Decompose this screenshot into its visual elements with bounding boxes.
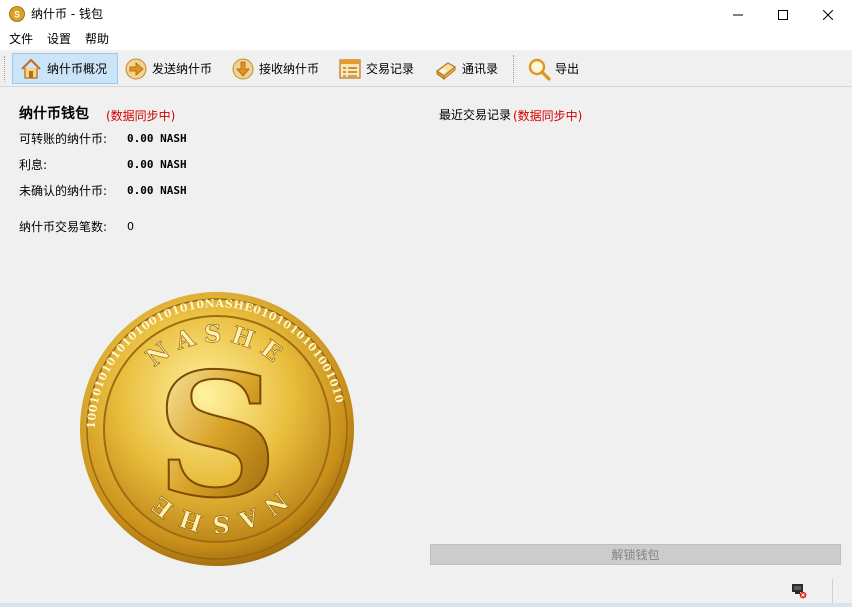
window-title: 纳什币 - 钱包 (31, 7, 103, 21)
tx-count-label: 纳什币交易笔数: (19, 220, 108, 234)
minimize-button[interactable] (715, 0, 761, 29)
balance-label: 可转账的纳什币: (19, 132, 108, 146)
address-book-icon (435, 61, 457, 80)
coin-letter: S (156, 336, 279, 536)
tab-send[interactable]: 发送纳什币 (118, 53, 218, 84)
wallet-sync-status: (数据同步中) (106, 109, 176, 123)
menu-help[interactable]: 帮助 (80, 29, 114, 50)
wallet-title: 纳什币钱包 (19, 106, 89, 122)
list-icon (339, 58, 361, 79)
tab-receive-label: 接收纳什币 (259, 62, 320, 76)
magnifier-icon (528, 58, 551, 81)
bottom-strip (0, 603, 852, 607)
tab-transactions-label: 交易记录 (366, 62, 415, 76)
recent-transactions-title: 最近交易记录 (439, 108, 512, 122)
minimize-icon (733, 14, 743, 15)
interest-label: 利息: (19, 158, 48, 172)
tab-overview-label: 纳什币概况 (47, 62, 108, 76)
menu-bar: 文件 设置 帮助 (0, 29, 852, 50)
unlock-wallet-button[interactable]: 解锁钱包 (430, 544, 841, 565)
svg-text:S: S (14, 10, 20, 20)
nashcoin-app-icon: S (9, 6, 25, 22)
send-arrow-icon (125, 58, 147, 79)
export-button[interactable]: 导出 (521, 53, 585, 84)
network-status-icon (792, 584, 807, 599)
home-icon (21, 58, 41, 79)
tab-address-book-label: 通讯录 (462, 62, 499, 76)
maximize-button[interactable] (760, 0, 806, 29)
toolbar-separator (513, 55, 514, 83)
receive-arrow-icon (232, 58, 254, 79)
close-button[interactable] (805, 0, 851, 29)
status-separator (832, 579, 833, 604)
unconfirmed-value: 0.00 NASH (127, 184, 187, 197)
close-icon (823, 9, 833, 20)
tab-send-label: 发送纳什币 (152, 62, 213, 76)
toolbar-grip[interactable] (4, 56, 7, 82)
interest-value: 0.00 NASH (127, 158, 187, 171)
tx-count-value: 0 (127, 220, 134, 233)
recent-sync-status: (数据同步中) (513, 109, 583, 123)
tab-overview[interactable]: 纳什币概况 (12, 53, 118, 84)
export-label: 导出 (555, 62, 580, 76)
balance-value: 0.00 NASH (127, 132, 187, 145)
tab-address-book[interactable]: 通讯录 (428, 53, 504, 84)
title-bar: S 纳什币 - 钱包 (0, 0, 852, 29)
tab-transactions[interactable]: 交易记录 (332, 53, 420, 84)
toolbar: 纳什币概况 发送纳什币 接收纳什币 交易记录 通讯录 导出 (0, 50, 852, 87)
tab-receive[interactable]: 接收纳什币 (225, 53, 325, 84)
menu-settings[interactable]: 设置 (42, 29, 76, 50)
menu-file[interactable]: 文件 (4, 29, 38, 50)
maximize-icon (778, 9, 788, 20)
unconfirmed-label: 未确认的纳什币: (19, 184, 108, 198)
nashcoin-logo: 1001010101010100101010NASHE0101010101001… (80, 292, 354, 566)
